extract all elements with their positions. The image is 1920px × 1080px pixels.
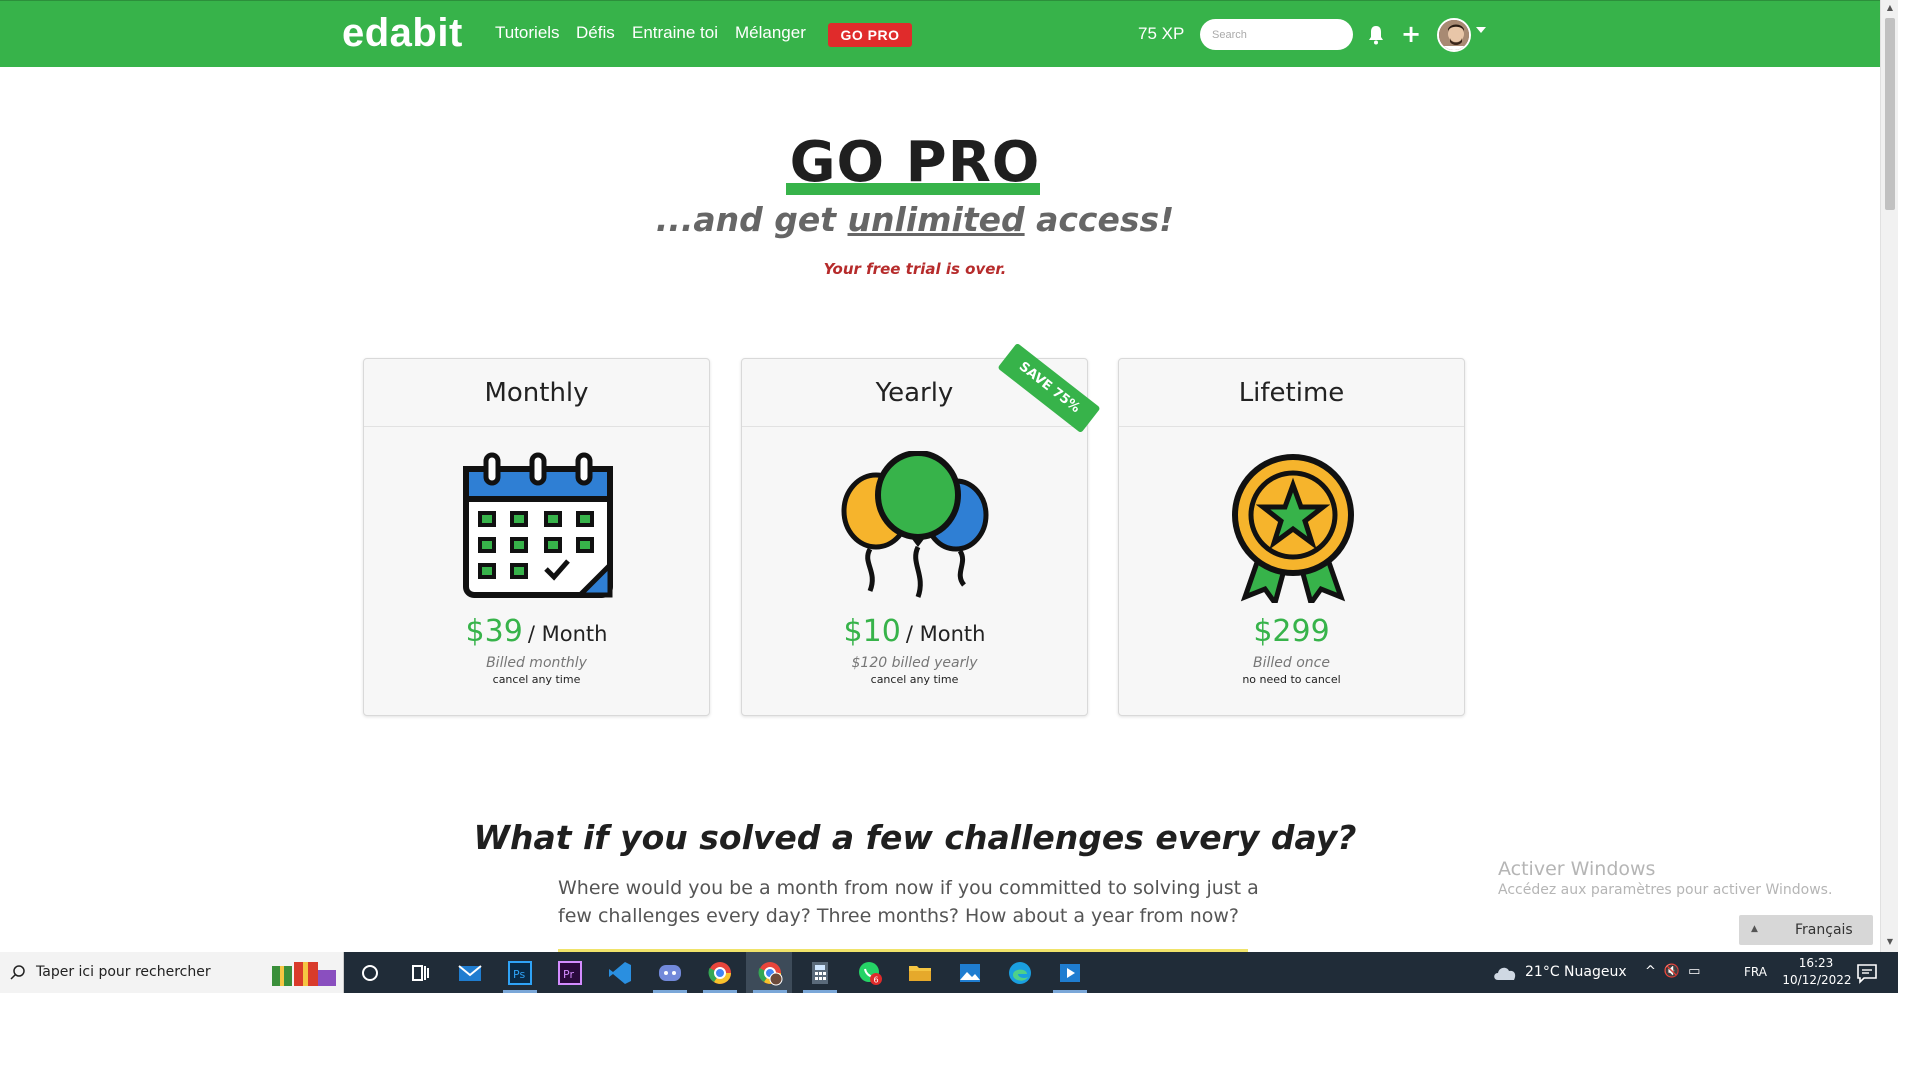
trial-notice: Your free trial is over. [823,260,1007,278]
file-explorer-icon[interactable] [907,960,933,986]
chrome-profile-icon[interactable] [757,960,783,986]
plan-billing: $120 billed yearly [851,655,978,671]
photoshop-icon[interactable]: Ps [507,960,533,986]
svg-text:Pr: Pr [563,968,574,981]
cloud-icon [1494,967,1516,980]
section-paragraph: Where would you be a month from now if y… [558,877,1259,927]
language-label: Français [1795,922,1853,938]
photoshop-active-indicator [503,990,537,993]
weather-status[interactable]: 21°C Nuageux [1525,964,1627,980]
clock-date[interactable]: 10/12/2022 [1772,973,1862,987]
scroll-thumb[interactable] [1885,18,1895,210]
scroll-down-arrow-icon[interactable]: ▼ [1881,936,1899,948]
plan-title: Lifetime [1119,359,1464,427]
calculator-icon[interactable] [807,960,833,986]
calendar-icon [463,452,613,598]
windows-activation-watermark: Activer Windows Accédez aux paramètres p… [1498,858,1832,898]
nav-link-melanger[interactable]: Mélanger [735,23,806,43]
search-icon [10,965,25,980]
plan-price: $39 / Month [465,614,608,649]
balloons-icon [841,451,989,598]
nav-link-defis[interactable]: Défis [576,23,615,43]
svg-text:Ps: Ps [513,968,525,981]
chrome-active-indicator [703,990,737,993]
plan-price: $299 [1253,614,1330,649]
input-language[interactable]: FRA [1744,965,1767,979]
windows-taskbar: Taper ici pour rechercher Ps Pr 6 21°C N… [0,952,1898,993]
whatsapp-icon[interactable]: 6 [857,960,883,986]
browser-viewport: edabit Tutoriels Défis Entraine toi Méla… [0,0,1880,952]
whatsapp-badge: 6 [874,976,879,985]
plan-note: cancel any time [492,673,581,686]
plus-icon[interactable]: + [1401,22,1421,46]
plan-billing: Billed monthly [486,655,587,671]
page-subtitle: ...and get unlimited access! [655,200,1175,239]
avatar-face-icon [1439,20,1469,50]
plan-price: $10 / Month [843,614,986,649]
taskbar-search-box[interactable]: Taper ici pour rechercher [0,952,344,993]
award-badge-icon [1232,454,1354,603]
vscode-icon[interactable] [607,960,633,986]
plan-note: no need to cancel [1242,673,1341,686]
photos-icon[interactable] [957,960,983,986]
plan-billing: Billed once [1253,655,1330,671]
page-title: GO PRO [789,130,1041,195]
media-player-icon[interactable] [1057,960,1083,986]
gifts-icon [272,962,336,986]
taskbar-search-text: Taper ici pour rechercher [36,964,211,980]
chevron-up-icon: ▲ [1751,924,1758,934]
nav-link-tutoriels[interactable]: Tutoriels [495,23,560,43]
edabit-logo[interactable]: edabit [342,11,463,56]
chevron-down-icon[interactable] [1476,27,1486,33]
nav-link-entraine-toi[interactable]: Entraine toi [632,23,718,43]
bell-icon[interactable] [1367,24,1385,46]
edge-icon[interactable] [1007,960,1033,986]
plan-card-lifetime[interactable]: Lifetime $299 Billed once no need to can… [1118,358,1465,716]
clock-time[interactable]: 16:23 [1786,956,1846,970]
avatar[interactable] [1437,18,1471,52]
notification-center-icon[interactable] [1856,962,1878,984]
media-player-active-indicator [1053,990,1087,993]
section-heading: What if you solved a few challenges ever… [473,818,1357,857]
plan-card-yearly[interactable]: Yearly $10 / Month $120 billed yearly ca… [741,358,1088,716]
watermark-title: Activer Windows [1498,858,1656,880]
premiere-icon[interactable]: Pr [557,960,583,986]
plan-note: cancel any time [870,673,959,686]
discord-active-indicator [653,990,687,993]
calculator-active-indicator [803,990,837,993]
mail-icon[interactable] [457,960,483,986]
chrome-profile-active-indicator [753,990,787,993]
xp-counter: 75 XP [1138,24,1185,43]
watermark-subtitle: Accédez aux paramètres pour activer Wind… [1498,882,1833,898]
cortana-icon[interactable] [357,960,383,986]
discord-icon[interactable] [657,960,683,986]
screen: edabit Tutoriels Défis Entraine toi Méla… [0,0,1920,1080]
go-pro-button[interactable]: GO PRO [828,23,912,47]
chrome-icon[interactable] [707,960,733,986]
scroll-up-arrow-icon[interactable]: ▲ [1881,2,1899,14]
system-tray-icons[interactable]: ^🔇▭ [1645,964,1708,979]
top-navbar: edabit Tutoriels Défis Entraine toi Méla… [0,0,1880,67]
search-input[interactable] [1200,19,1353,50]
plan-card-monthly[interactable]: Monthly $39 / Month Billed monthly cance… [363,358,710,716]
task-view-icon[interactable] [407,960,433,986]
plan-title: Monthly [364,359,709,427]
language-selector[interactable]: ▲ Français [1739,915,1873,945]
vertical-scrollbar[interactable]: ▲ ▼ [1880,0,1898,952]
